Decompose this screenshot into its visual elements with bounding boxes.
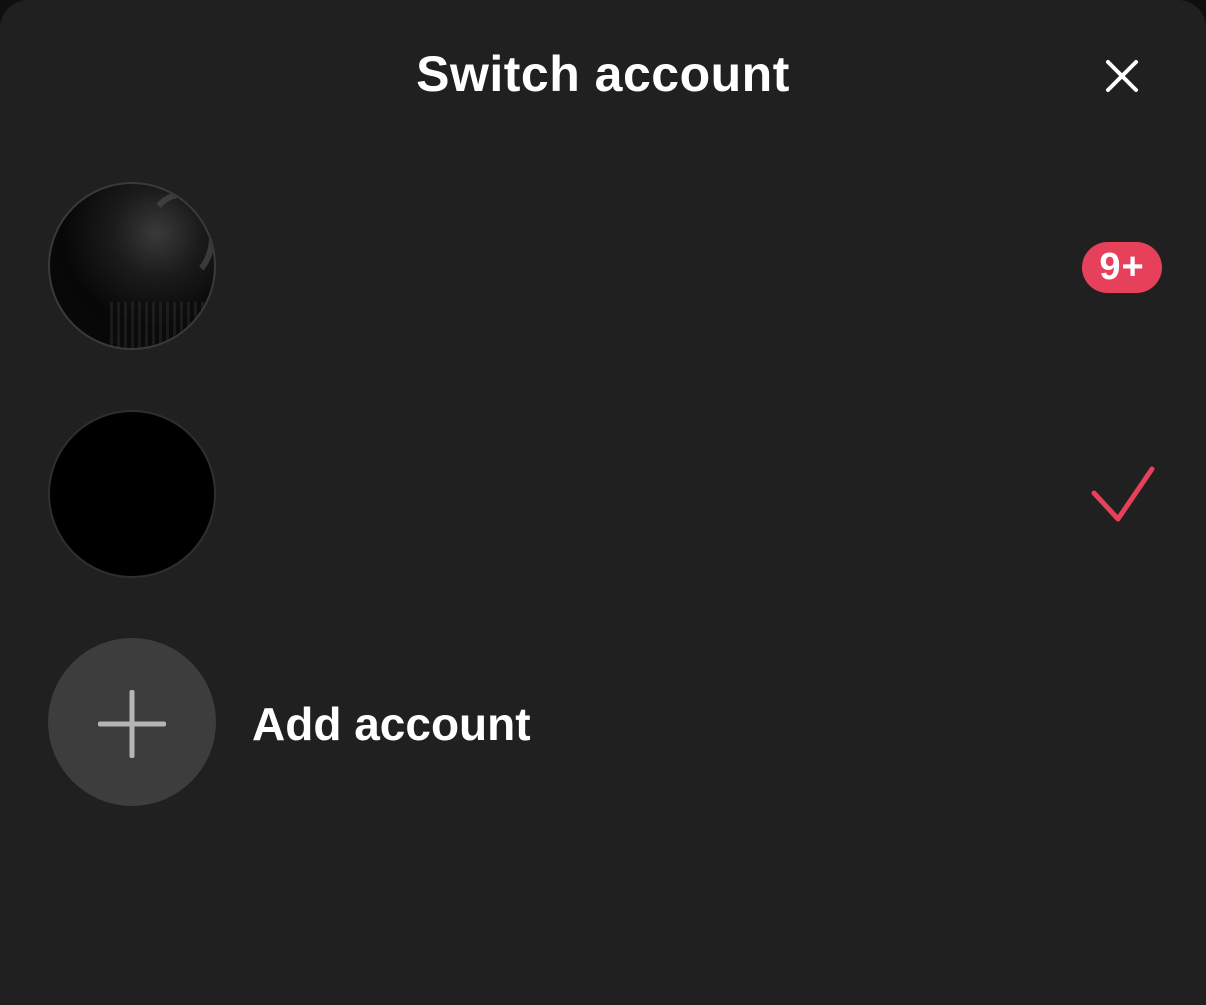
close-button[interactable] [1098,52,1146,100]
avatar [48,410,216,578]
checkmark-icon [1091,466,1155,522]
plus-icon [98,690,166,758]
avatar [48,182,216,350]
add-account-button[interactable]: Add account [0,638,1206,808]
close-icon [1106,60,1138,92]
account-row-2[interactable] [0,410,1206,580]
add-account-label: Add account [252,698,531,750]
notification-badge: 9+ [1082,242,1162,293]
dialog-title: Switch account [416,46,790,102]
add-account-circle [48,638,216,806]
avatar-texture [110,302,214,348]
switch-account-dialog: Switch account 9+ Add account [0,0,1206,1005]
avatar-highlight [145,192,214,282]
account-row-1[interactable]: 9+ [0,182,1206,352]
